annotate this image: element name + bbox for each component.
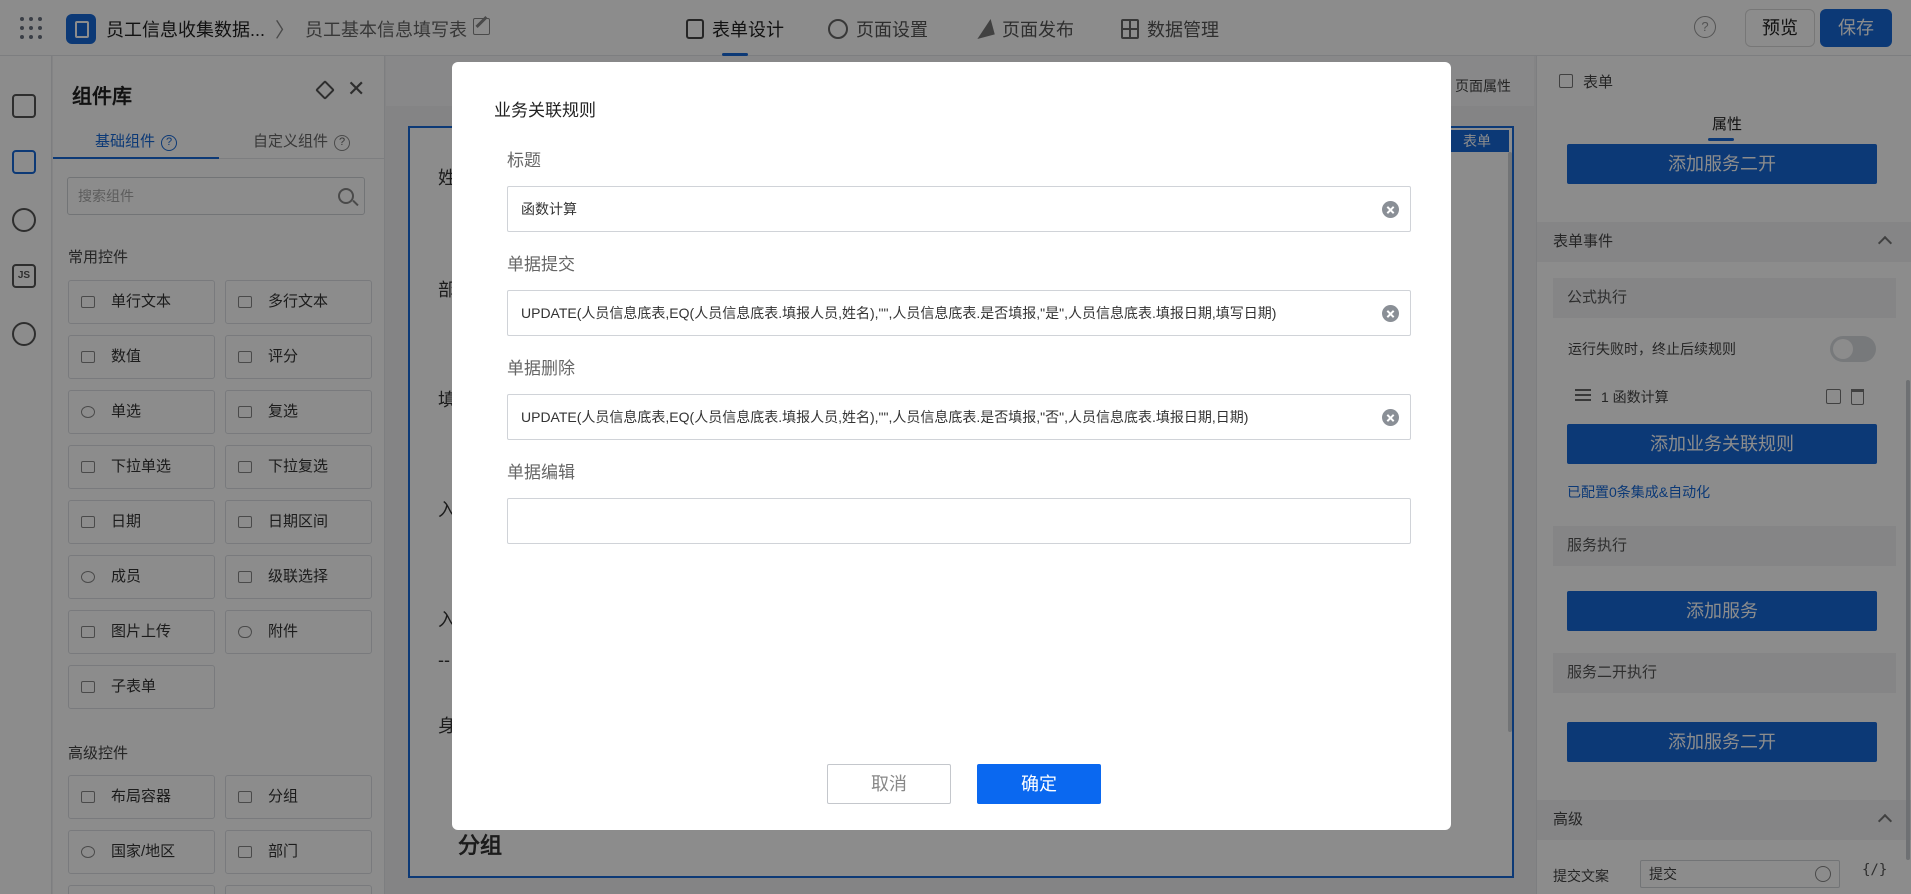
business-rule-dialog: 业务关联规则 标题 函数计算 单据提交 UPDATE(人员信息底表,EQ(人员信… (452, 62, 1451, 830)
input-value: UPDATE(人员信息底表,EQ(人员信息底表.填报人员,姓名),"",人员信息… (521, 409, 1249, 425)
cancel-button[interactable]: 取消 (827, 764, 951, 804)
clear-icon[interactable] (1382, 305, 1399, 322)
edit-formula-input[interactable] (507, 498, 1411, 544)
input-value: UPDATE(人员信息底表,EQ(人员信息底表.填报人员,姓名),"",人员信息… (521, 305, 1277, 321)
field-label-submit: 单据提交 (507, 255, 575, 274)
field-label-edit: 单据编辑 (507, 463, 575, 482)
clear-icon[interactable] (1382, 409, 1399, 426)
field-label-title: 标题 (507, 151, 541, 170)
delete-formula-input[interactable]: UPDATE(人员信息底表,EQ(人员信息底表.填报人员,姓名),"",人员信息… (507, 394, 1411, 440)
field-label-delete: 单据删除 (507, 359, 575, 378)
clear-icon[interactable] (1382, 201, 1399, 218)
input-value: 函数计算 (521, 201, 577, 217)
dialog-title: 业务关联规则 (494, 101, 596, 120)
title-input[interactable]: 函数计算 (507, 186, 1411, 232)
confirm-button[interactable]: 确定 (977, 764, 1101, 804)
submit-formula-input[interactable]: UPDATE(人员信息底表,EQ(人员信息底表.填报人员,姓名),"",人员信息… (507, 290, 1411, 336)
